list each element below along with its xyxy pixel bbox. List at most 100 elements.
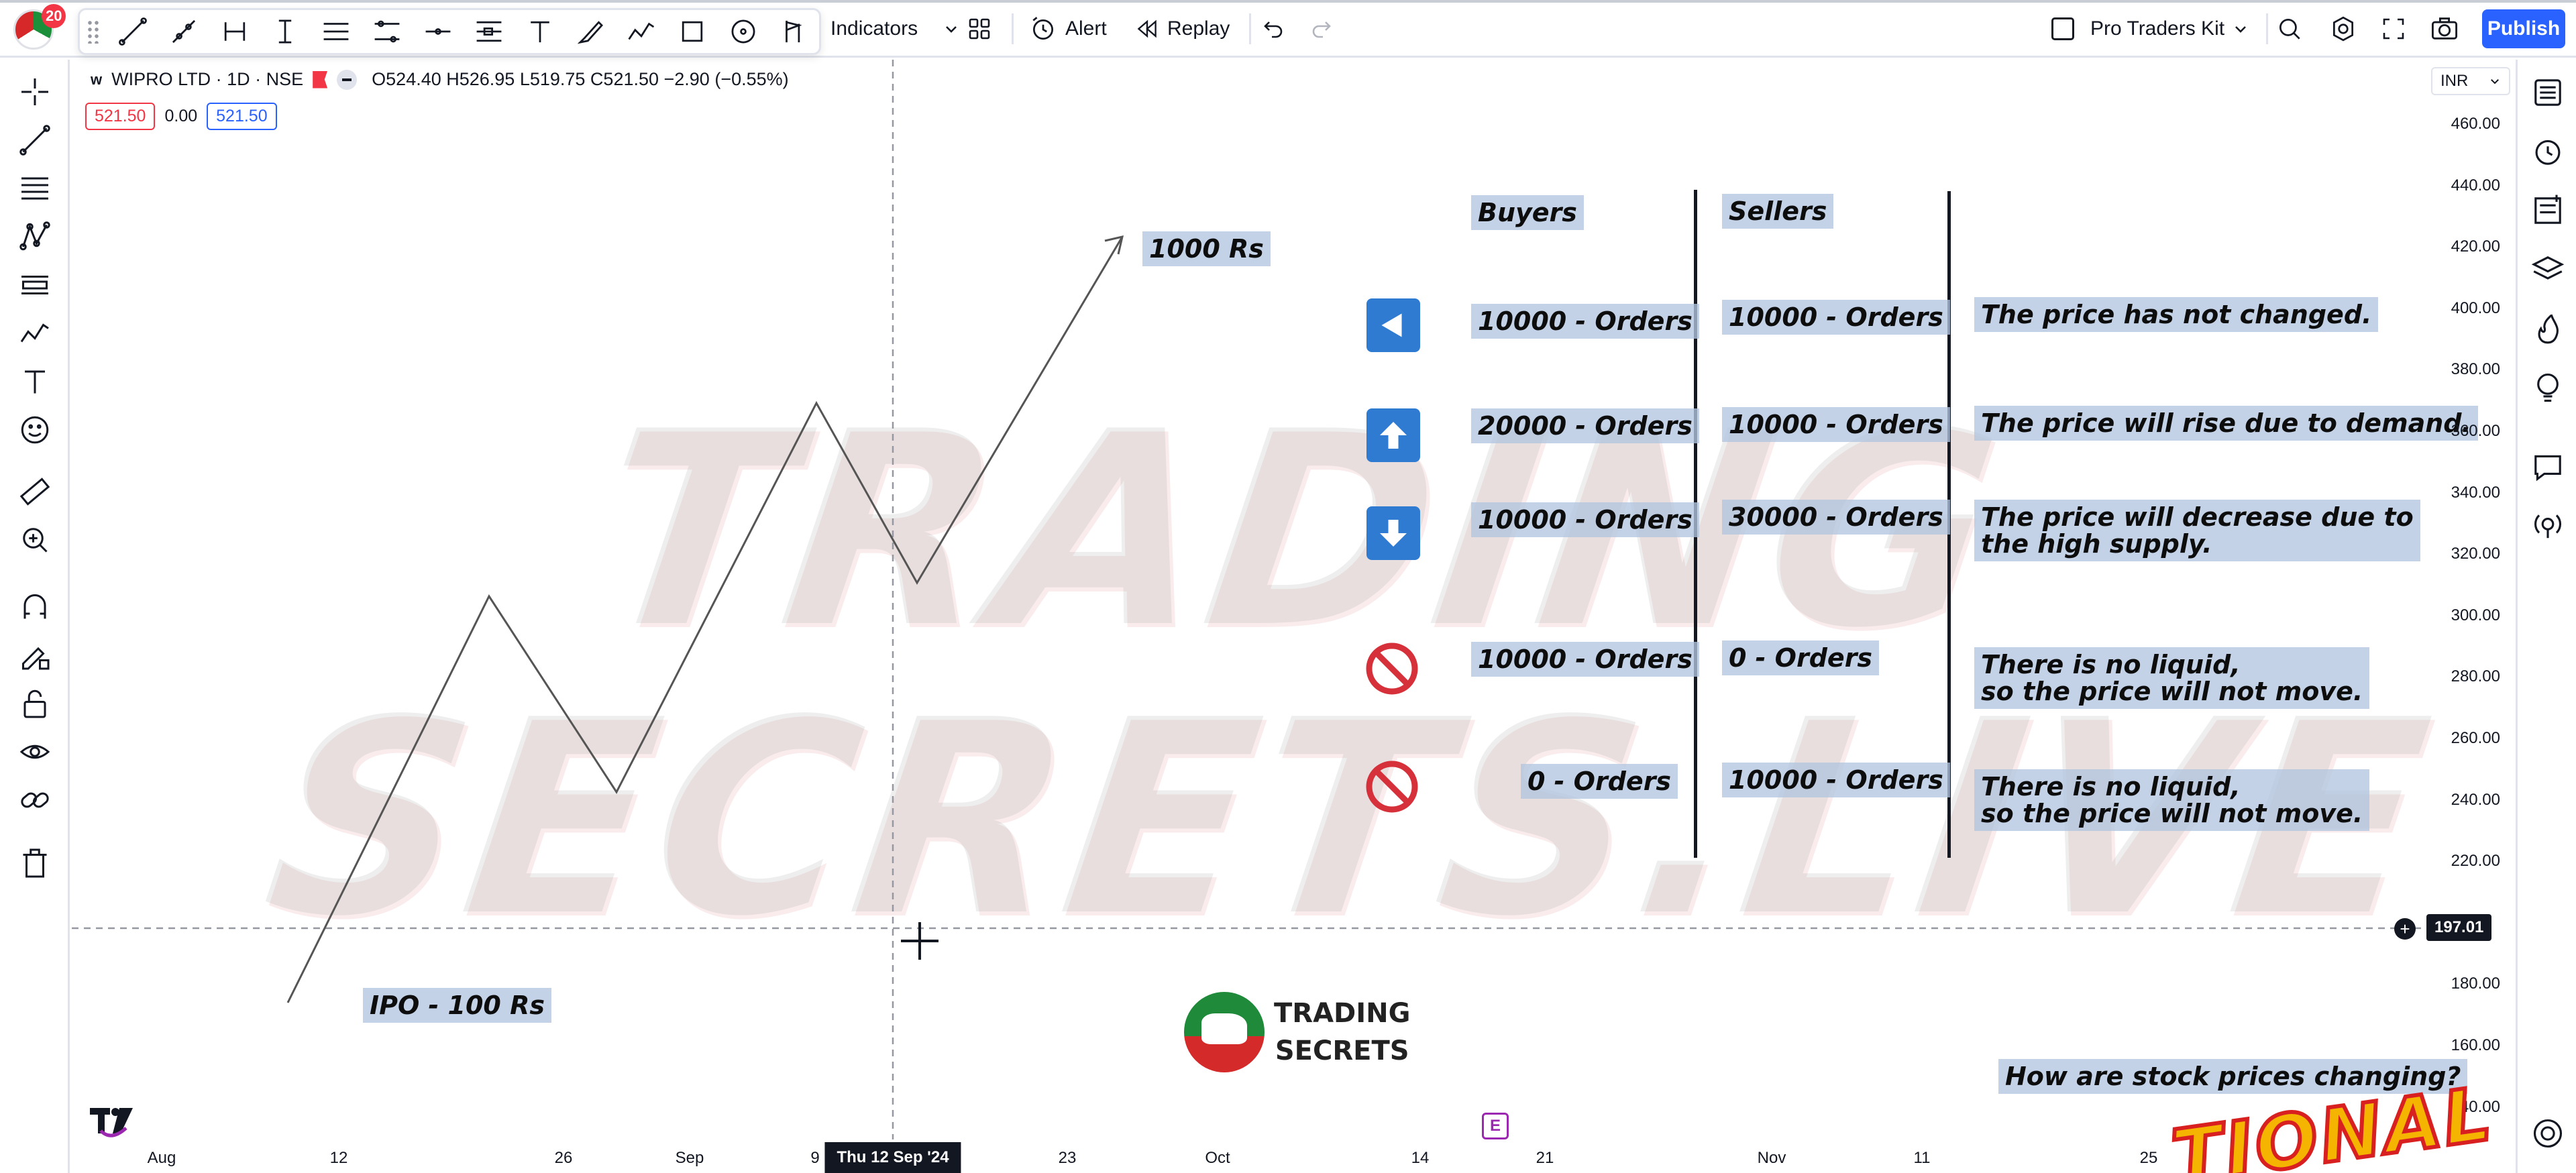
add-alert-plus-icon[interactable]: + (2394, 918, 2416, 940)
trend-line-icon[interactable] (15, 120, 55, 160)
crosshair-icon[interactable] (15, 72, 55, 112)
symbol-legend[interactable]: w WIPRO LTD · 1D · NSE O524.40 H526.95 L… (91, 69, 789, 90)
row5-result[interactable]: There is no liquid, so the price will no… (1974, 769, 2370, 831)
trend-line-tool-icon[interactable] (108, 11, 158, 52)
lock-icon[interactable] (15, 683, 55, 724)
price-range-tool-icon[interactable] (261, 11, 311, 52)
flag-marker-tool-icon[interactable] (769, 11, 819, 52)
row5-buyers[interactable]: 0 - Orders (1521, 764, 1678, 799)
price-tick-label: 280.00 (2451, 667, 2500, 686)
price-scale[interactable]: 460.00 440.00 420.00 400.00 380.00 360.00 340.… (2430, 60, 2514, 1160)
stay-in-drawing-mode-icon[interactable] (15, 635, 55, 675)
row2-sellers[interactable]: 10000 - Orders (1722, 407, 1950, 442)
ideas-lightbulb-icon[interactable] (2527, 367, 2569, 408)
undo-icon (1264, 21, 1283, 38)
row4-result[interactable]: There is no liquid, so the price will no… (1974, 647, 2370, 709)
redo-button[interactable] (1309, 9, 1336, 48)
row1-buyers[interactable]: 10000 - Orders (1471, 304, 1699, 339)
row4-sellers[interactable]: 0 - Orders (1722, 640, 1880, 675)
symbol-title[interactable]: WIPRO LTD · 1D · NSE (111, 69, 303, 90)
time-tick-label: Nov (1757, 1149, 1786, 1167)
info-line-tool-icon[interactable] (159, 11, 209, 52)
parallel-channel-tool-icon[interactable] (362, 11, 412, 52)
fib-tools-icon[interactable] (15, 168, 55, 209)
settings-button[interactable] (2329, 9, 2357, 48)
alerts-icon[interactable] (2527, 131, 2569, 172)
pattern-tools-icon[interactable] (15, 217, 55, 257)
toolbar-divider (1249, 13, 1251, 44)
brush-tools-icon[interactable] (15, 313, 55, 353)
row3-sellers[interactable]: 30000 - Orders (1722, 500, 1950, 535)
price-tick-label: 220.00 (2451, 852, 2500, 871)
row2-result[interactable]: The price will rise due to demand. (1974, 406, 2478, 441)
row2-buyers[interactable]: 20000 - Orders (1471, 408, 1699, 443)
indicators-label: Indicators (830, 17, 918, 40)
circle-tool-icon[interactable] (718, 11, 768, 52)
snapshot-button[interactable] (2430, 9, 2459, 48)
price-tick-label: 240.00 (2451, 790, 2500, 809)
sell-price-button[interactable]: 521.50 (85, 103, 156, 130)
row1-result[interactable]: The price has not changed. (1974, 297, 2379, 332)
publish-button[interactable]: Publish (2482, 9, 2565, 48)
chart-pane[interactable]: TRADING SECRETS.LIVE w WIPRO LTD · 1D · … (72, 60, 2514, 1173)
time-tick-label: Oct (1205, 1149, 1230, 1167)
replay-button[interactable]: Replay (1135, 9, 1230, 48)
trash-icon[interactable] (15, 843, 55, 883)
fib-retracement-tool-icon[interactable] (464, 11, 514, 52)
ipo-price-label[interactable]: IPO - 100 Rs (363, 988, 551, 1023)
chat-icon[interactable] (2527, 446, 2569, 488)
price-tick-label: 360.00 (2451, 422, 2500, 440)
layers-icon[interactable] (2527, 249, 2569, 290)
magnet-icon[interactable] (15, 587, 55, 627)
hotlist-flame-icon[interactable] (2527, 308, 2569, 349)
watchlist-icon[interactable] (2527, 72, 2569, 113)
quick-search-button[interactable] (2275, 9, 2304, 48)
horizontal-lines-tool-icon[interactable] (311, 11, 361, 52)
eye-icon[interactable] (15, 732, 55, 772)
camera-icon (2431, 17, 2458, 40)
date-range-tool-icon[interactable] (210, 11, 260, 52)
ohlc-values: O524.40 H526.95 L519.75 C521.50 −2.90 (−… (372, 69, 789, 89)
buyers-header[interactable]: Buyers (1471, 195, 1584, 230)
zoom-in-icon[interactable] (15, 520, 55, 560)
templates-button[interactable] (966, 9, 993, 48)
text-tools-icon[interactable] (15, 361, 55, 402)
horizontal-ray-tool-icon[interactable] (413, 11, 463, 52)
collapse-legend-icon[interactable] (337, 69, 358, 90)
drag-handle-icon[interactable] (87, 19, 100, 44)
forecasting-tools-icon[interactable] (15, 265, 55, 305)
toolbar-divider (1012, 13, 1014, 44)
rectangle-tool-icon[interactable] (667, 11, 717, 52)
kit-checkbox[interactable] (2051, 17, 2074, 40)
flag-icon[interactable] (313, 70, 328, 89)
row1-sellers[interactable]: 10000 - Orders (1722, 300, 1950, 335)
row3-result[interactable]: The price will decrease due to the high … (1974, 500, 2420, 561)
text-tool-icon[interactable] (515, 11, 565, 52)
tradingview-logo-icon[interactable] (89, 1103, 136, 1143)
link-icon[interactable] (15, 780, 55, 820)
ruler-icon[interactable] (15, 471, 55, 512)
undo-button[interactable] (1258, 9, 1285, 48)
target-price-label[interactable]: 1000 Rs (1142, 231, 1271, 266)
time-tick-label: 11 (1913, 1149, 1931, 1167)
alert-button[interactable]: Alert (1029, 9, 1107, 48)
time-axis[interactable]: 25 11 Nov 21 14 Oct 23 9 Sep 26 12 Aug Thu 12 Sep '… (72, 1138, 2430, 1173)
buy-price-button[interactable]: 521.50 (207, 103, 277, 130)
crosshair-price-label: 197.01 (2426, 914, 2492, 941)
pro-traders-kit-toggle[interactable]: Pro Traders Kit (2051, 9, 2249, 48)
row5-sellers[interactable]: 10000 - Orders (1722, 763, 1950, 797)
indicators-button[interactable]: Indicators (830, 9, 959, 48)
object-tree-icon[interactable] (2527, 190, 2569, 231)
earnings-badge[interactable]: E (1482, 1113, 1509, 1139)
row3-buyers[interactable]: 10000 - Orders (1471, 502, 1699, 537)
price-tick-label: 420.00 (2451, 237, 2500, 256)
streams-icon[interactable] (2527, 505, 2569, 547)
crosshair-date-label: Thu 12 Sep '24 (824, 1142, 961, 1173)
emoji-icon[interactable] (15, 410, 55, 450)
fullscreen-button[interactable] (2380, 9, 2407, 48)
path-tool-icon[interactable] (617, 11, 667, 52)
help-icon[interactable] (2527, 1113, 2569, 1154)
sellers-header[interactable]: Sellers (1722, 194, 1834, 229)
brush-tool-icon[interactable] (566, 11, 616, 52)
row4-buyers[interactable]: 10000 - Orders (1471, 642, 1699, 677)
